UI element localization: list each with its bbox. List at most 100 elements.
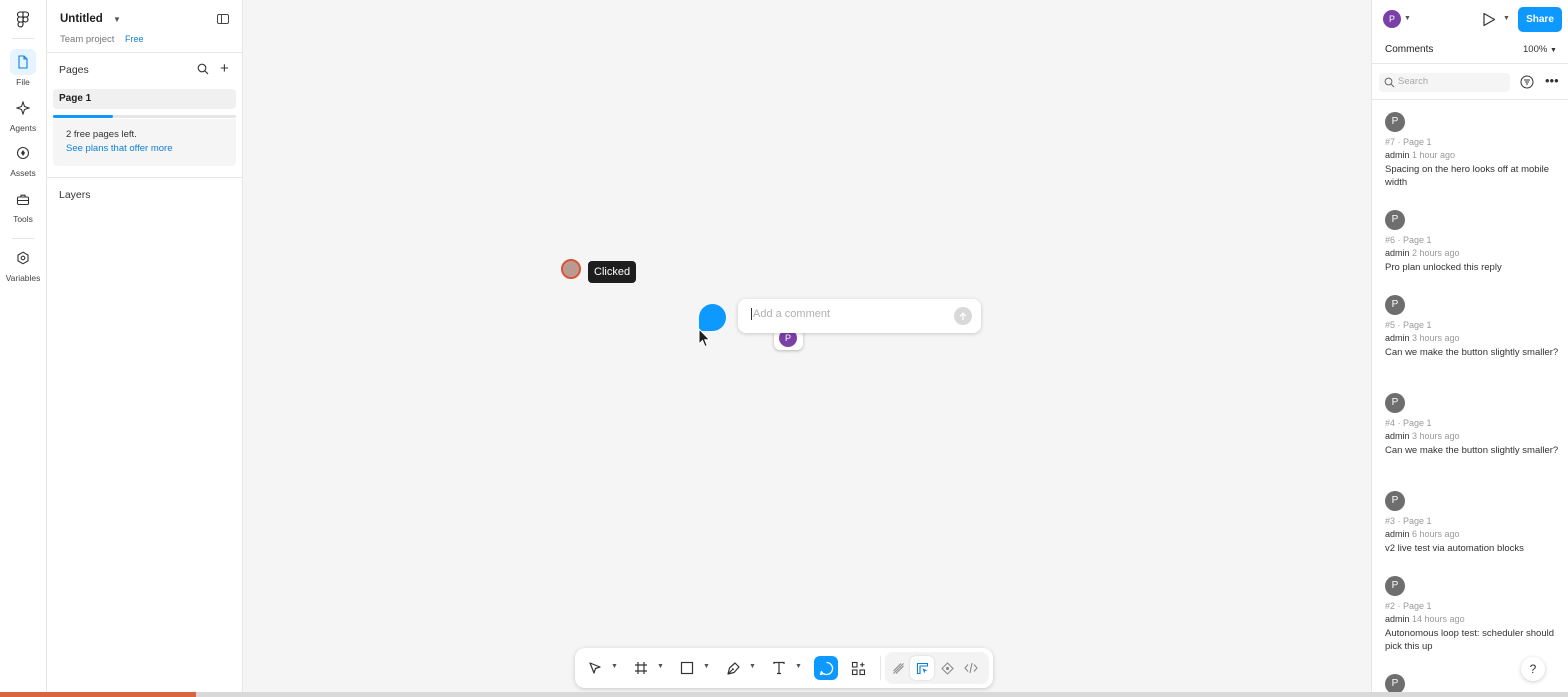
comment-text: Pro plan unlocked this reply (1385, 262, 1502, 273)
avatar: P (1385, 112, 1405, 132)
page-list-item[interactable]: Page 1 (53, 89, 236, 109)
right-panel: P ▼ ▼ Share Comments 100% ▼ ••• P #7 · P… (1371, 0, 1568, 697)
see-plans-link[interactable]: See plans that offer more (66, 143, 173, 154)
comment-meta: #4 · Page 1 (1385, 418, 1432, 428)
comment-thread[interactable]: P #3 · Page 1 admin 6 hours ago v2 live … (1385, 491, 1561, 555)
text-tool-button[interactable] (767, 656, 791, 680)
file-title[interactable]: Untitled (60, 13, 103, 25)
free-pages-notice: 2 free pages left. See plans that offer … (53, 119, 236, 166)
chevron-down-icon[interactable]: ▼ (1404, 15, 1411, 22)
search-icon[interactable] (197, 63, 209, 75)
mouse-cursor-icon (698, 328, 711, 348)
draw-button[interactable] (886, 656, 910, 680)
comment-author: admin 3 hours ago (1385, 431, 1460, 441)
left-rail: File Agents Assets Tools Variables (0, 0, 47, 697)
left-panel: Untitled ▼ Team project Free Pages + Pag… (47, 0, 243, 697)
frame-icon (635, 662, 647, 674)
chevron-down-icon[interactable]: ▼ (703, 663, 710, 670)
actions-button[interactable] (846, 656, 870, 680)
comment-text: Spacing on the hero looks off at mobile … (1385, 164, 1550, 188)
rail-item-tools[interactable]: Tools (0, 186, 46, 224)
panel-divider (47, 177, 243, 178)
comment-meta: #3 · Page 1 (1385, 516, 1432, 526)
chevron-down-icon[interactable]: ▼ (749, 663, 756, 670)
avatar: P (1385, 576, 1405, 596)
rail-label-variables: Variables (5, 273, 41, 283)
more-options-icon[interactable]: ••• (1545, 73, 1559, 88)
send-comment-button[interactable] (954, 307, 972, 325)
variables-icon (10, 245, 36, 271)
zoom-value: 100% (1523, 44, 1548, 55)
new-comment-box (738, 299, 981, 333)
zoom-level[interactable]: 100% ▼ (1523, 44, 1557, 55)
frame-tool-button[interactable] (629, 656, 653, 680)
page-name: Page 1 (59, 93, 92, 104)
avatar: P (1385, 674, 1405, 694)
design-canvas[interactable]: Clicked P ▼ ▼ ▼ ▼ ▼ (243, 0, 1371, 697)
comment-meta: #7 · Page 1 (1385, 137, 1432, 147)
avatar: P (1385, 210, 1405, 230)
comment-author: admin 3 hours ago (1385, 333, 1460, 343)
actions-icon (851, 661, 865, 675)
add-page-icon[interactable]: + (220, 60, 229, 77)
comment-pin[interactable] (699, 304, 726, 331)
panel-divider (1372, 99, 1568, 100)
toggle-panel-icon[interactable] (217, 14, 229, 24)
chevron-down-icon[interactable]: ▼ (657, 663, 664, 670)
comment-meta: #5 · Page 1 (1385, 320, 1432, 330)
avatar: P (1385, 393, 1405, 413)
comment-input[interactable] (751, 308, 946, 320)
figma-logo-icon[interactable] (16, 11, 30, 29)
chevron-down-icon[interactable]: ▼ (1503, 15, 1510, 22)
help-button[interactable]: ? (1521, 657, 1545, 681)
share-button[interactable]: Share (1518, 7, 1562, 32)
team-project-label: Team project (60, 34, 115, 45)
comment-thread[interactable]: P #6 · Page 1 admin 2 hours ago Pro plan… (1385, 210, 1561, 274)
dev-mode-button[interactable] (959, 656, 983, 680)
shape-tool-button[interactable] (675, 656, 699, 680)
prototype-button[interactable] (935, 656, 959, 680)
loading-bar-fill (0, 692, 196, 697)
move-tool-button[interactable] (583, 656, 607, 680)
comment-text: Can we make the button slightly smaller? (1385, 347, 1559, 358)
comment-thread[interactable]: P #5 · Page 1 admin 3 hours ago Can we m… (1385, 295, 1561, 359)
chevron-down-icon[interactable]: ▼ (611, 663, 618, 670)
comment-time: 2 hours ago (1412, 248, 1460, 258)
rail-label-assets: Assets (10, 168, 36, 178)
free-pages-text: 2 free pages left. (66, 129, 137, 140)
comment-thread[interactable]: P #4 · Page 1 admin 3 hours ago Can we m… (1385, 393, 1561, 457)
comment-author: admin 2 hours ago (1385, 248, 1460, 258)
play-icon[interactable] (1482, 12, 1496, 27)
rectangle-icon (680, 661, 694, 675)
comment-thread[interactable]: P #2 · Page 1 admin 14 hours ago Autonom… (1385, 576, 1561, 653)
chevron-down-icon[interactable]: ▼ (795, 663, 802, 670)
rail-item-file[interactable]: File (0, 49, 46, 87)
chevron-down-icon[interactable]: ▼ (113, 15, 121, 24)
comment-author: admin 14 hours ago (1385, 614, 1465, 624)
agents-icon (10, 95, 36, 121)
free-pages-progress (53, 115, 236, 118)
tools-icon (10, 186, 36, 212)
search-input[interactable] (1398, 76, 1506, 87)
bottom-loading-bar (0, 692, 1568, 697)
filter-icon[interactable] (1520, 75, 1534, 89)
arrow-up-icon (959, 311, 967, 320)
rail-item-variables[interactable]: Variables (0, 245, 46, 283)
plan-badge[interactable]: Free (121, 33, 148, 45)
avatar: P (1385, 295, 1405, 315)
pen-icon (726, 661, 740, 675)
rail-item-agents[interactable]: Agents (0, 95, 46, 133)
comment-author: admin 1 hour ago (1385, 150, 1456, 160)
comment-thread[interactable]: P #7 · Page 1 admin 1 hour ago Spacing o… (1385, 112, 1561, 189)
rail-item-assets[interactable]: Assets (0, 140, 46, 178)
comment-meta: #2 · Page 1 (1385, 601, 1432, 611)
comment-text: Can we make the button slightly smaller? (1385, 445, 1559, 456)
code-icon (964, 662, 978, 674)
layers-heading: Layers (59, 189, 91, 201)
comment-tool-button[interactable] (814, 656, 838, 680)
comment-meta: #6 · Page 1 (1385, 235, 1432, 245)
user-avatar[interactable]: P (1383, 10, 1401, 28)
tab-comments[interactable]: Comments (1385, 44, 1433, 55)
design-mode-button[interactable] (910, 656, 934, 680)
pen-tool-button[interactable] (721, 656, 745, 680)
